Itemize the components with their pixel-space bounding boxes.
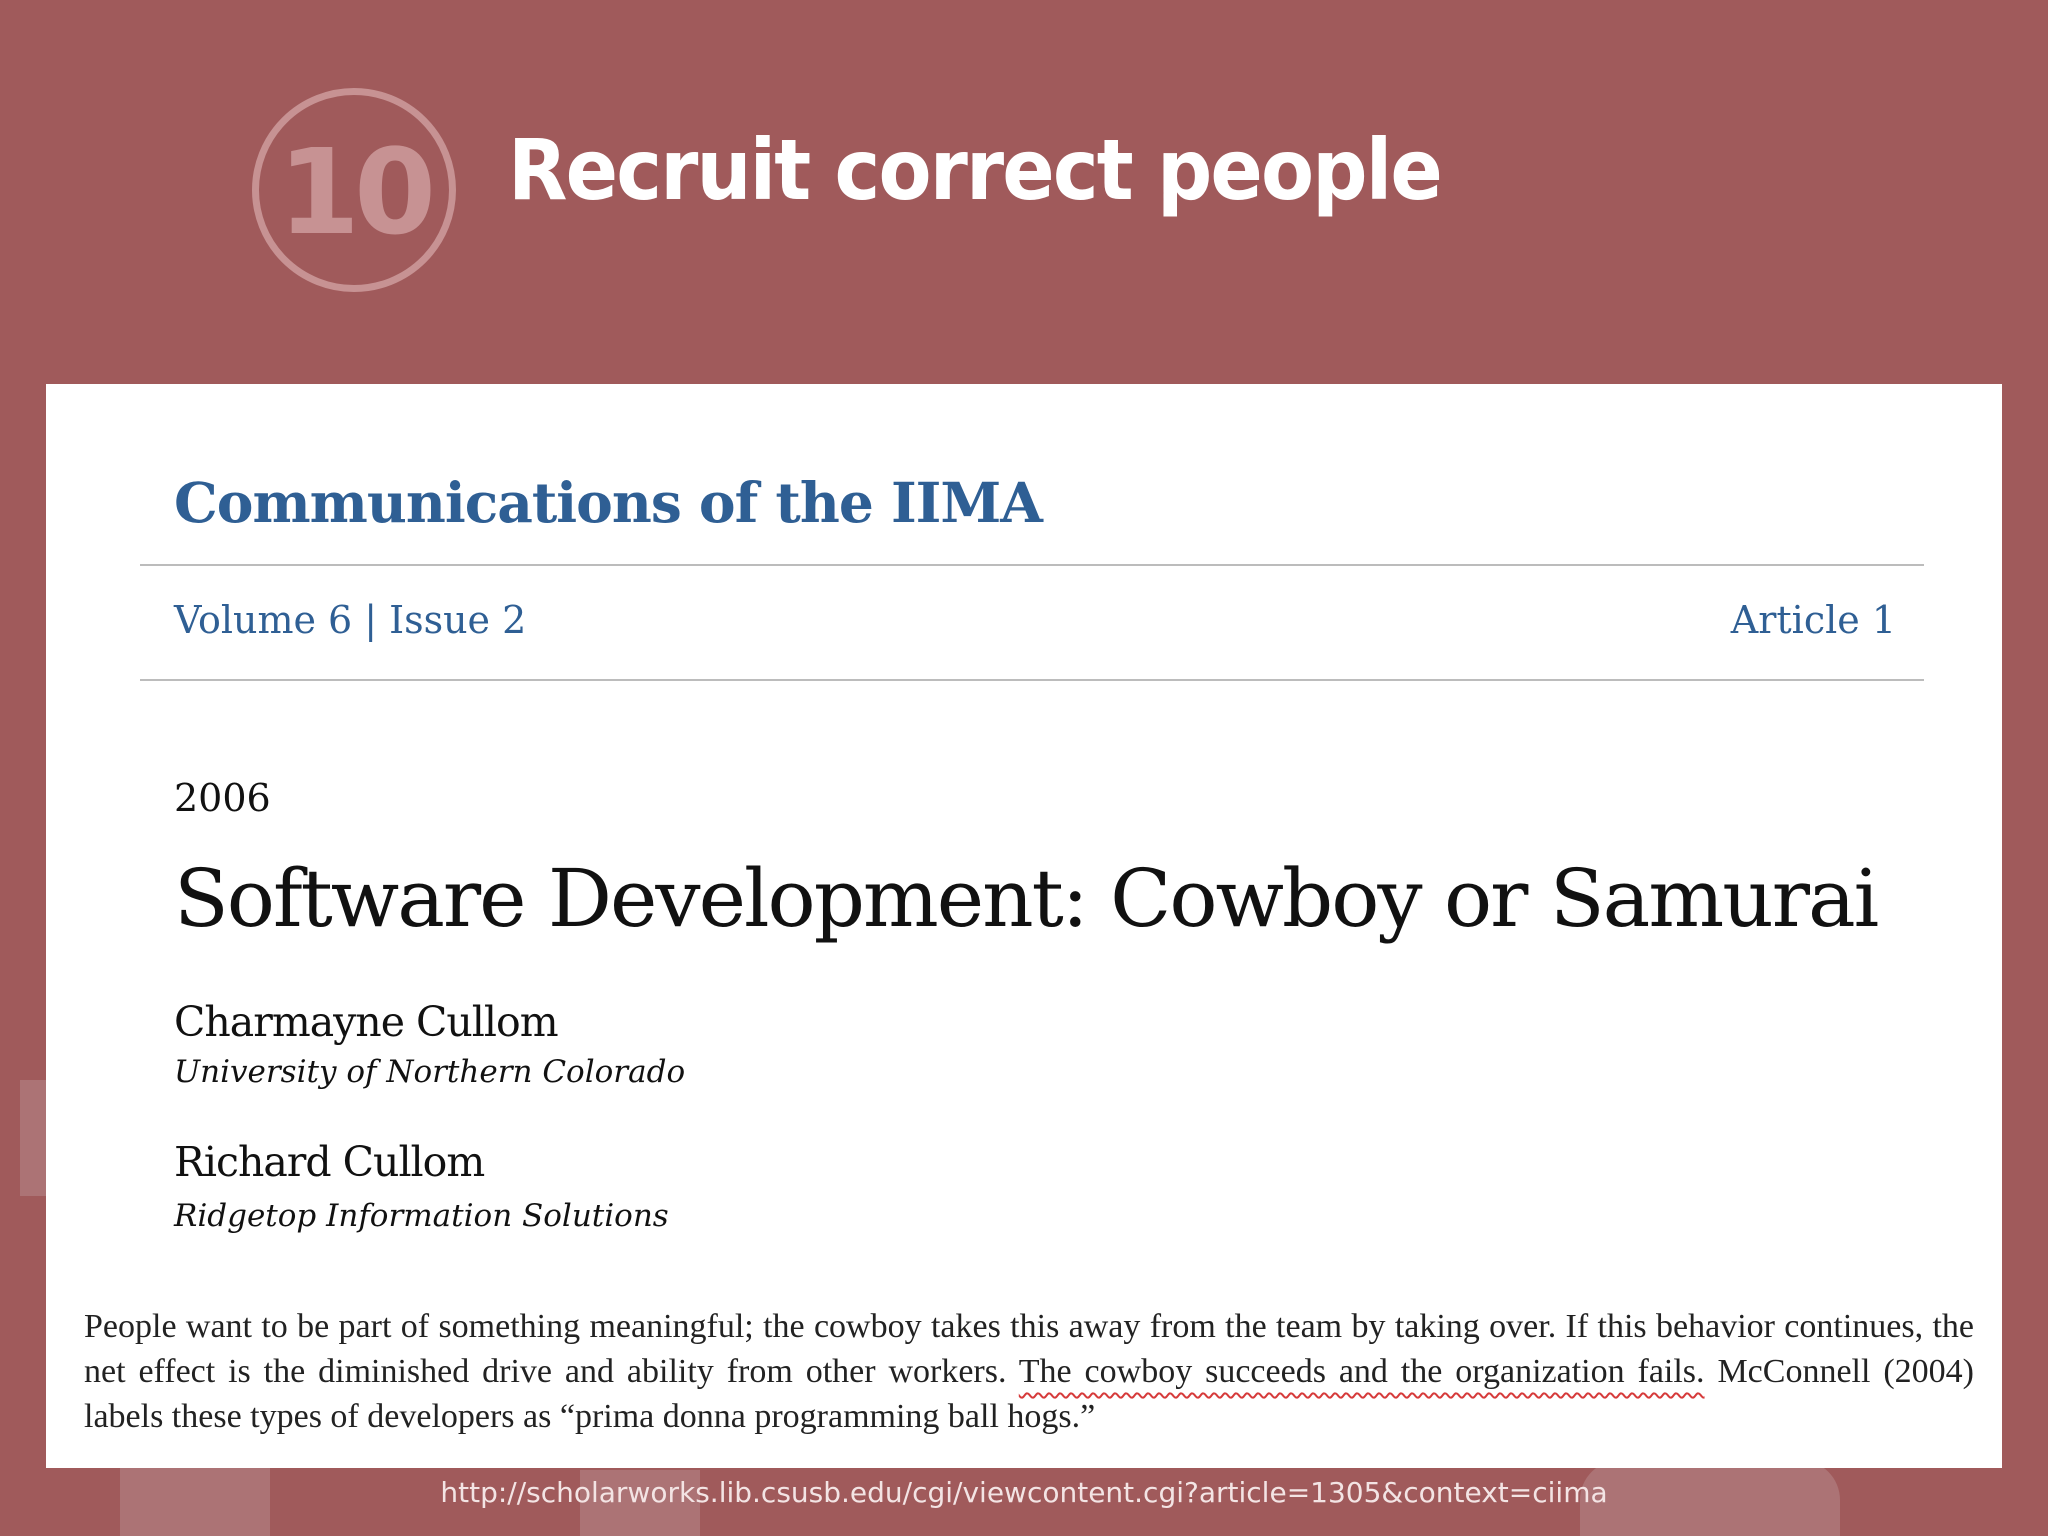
slide-number: 10 [277, 123, 436, 261]
highlighted-sentence: The cowboy succeeds and the organization… [1018, 1353, 1705, 1390]
quoted-excerpt: People want to be part of something mean… [84, 1304, 1974, 1439]
author-name: Richard Cullom [174, 1138, 485, 1186]
divider-top [140, 564, 1924, 566]
paper-screenshot: Communications of the IIMA Volume 6 | Issu… [46, 384, 2002, 1468]
article-label: Article 1 [1730, 598, 1896, 642]
volume-issue-row: Volume 6 | Issue 2 Article 1 [174, 598, 1896, 642]
article-title: Software Development: Cowboy or Samurai [174, 852, 1879, 945]
author-affiliation: University of Northern Colorado [174, 1054, 686, 1090]
slide-title: Recruit correct people [508, 121, 1443, 219]
volume-label: Volume 6 [174, 598, 353, 642]
publication-year: 2006 [174, 776, 271, 820]
issue-label: Issue 2 [389, 598, 527, 642]
divider-bottom [140, 679, 1924, 681]
volume-separator: | [364, 598, 378, 642]
source-url: http://scholarworks.lib.csusb.edu/cgi/vi… [440, 1476, 1608, 1509]
slide-number-badge: 10 [252, 88, 456, 292]
journal-name: Communications of the IIMA [174, 470, 1043, 535]
author-name: Charmayne Cullom [174, 998, 559, 1046]
author-affiliation: Ridgetop Information Solutions [174, 1198, 669, 1234]
